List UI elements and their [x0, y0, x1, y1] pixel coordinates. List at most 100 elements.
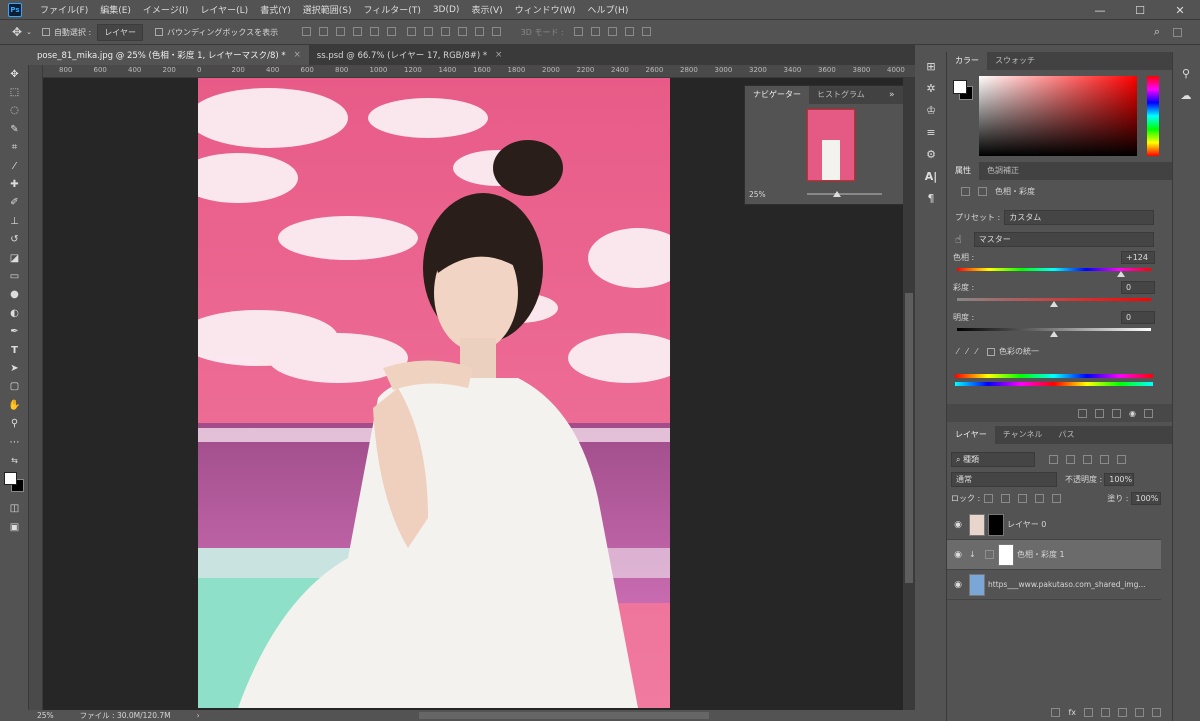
opacity-value[interactable]: 100%: [1104, 473, 1135, 486]
filter-pixel-icon[interactable]: [1049, 455, 1058, 464]
maximize-button[interactable]: ☐: [1120, 0, 1160, 20]
more-tools-icon[interactable]: ⋯: [0, 433, 29, 451]
libraries-cloud-icon[interactable]: ☁: [1173, 84, 1199, 106]
horizontal-scrollbar[interactable]: [419, 712, 709, 719]
foreground-color[interactable]: [4, 471, 17, 485]
mask-icon[interactable]: [978, 187, 987, 196]
minimize-button[interactable]: —: [1080, 0, 1120, 20]
hue-value[interactable]: +124: [1121, 251, 1155, 264]
navigator-zoom-thumb[interactable]: [833, 191, 841, 197]
tab-swatches[interactable]: スウォッチ: [987, 52, 1043, 70]
layer-name[interactable]: https___www.pakutaso.com_shared_img...: [988, 580, 1146, 589]
tab-adjustments[interactable]: 色調補正: [979, 162, 1027, 180]
align-top-icon[interactable]: [302, 26, 312, 36]
tab-channels[interactable]: チャンネル: [995, 426, 1051, 444]
brush-tool-icon[interactable]: ✐: [0, 194, 29, 212]
tab-paths[interactable]: パス: [1051, 426, 1083, 444]
eye-icon[interactable]: ◉: [947, 550, 969, 560]
new-adjustment-icon[interactable]: [1101, 708, 1110, 717]
history-brush-tool-icon[interactable]: ↺: [0, 231, 29, 249]
reset-icon[interactable]: [1112, 408, 1122, 418]
path-select-tool-icon[interactable]: ➤: [0, 359, 29, 377]
scroll-thumb[interactable]: [905, 293, 913, 583]
properties-icon[interactable]: ✲: [918, 77, 944, 99]
eye-icon[interactable]: ◉: [947, 520, 969, 530]
lightness-value[interactable]: 0: [1121, 311, 1155, 324]
lock-transparency-icon[interactable]: [984, 494, 994, 503]
layer-row[interactable]: ◉ レイヤー 0: [947, 510, 1161, 540]
tab-color[interactable]: カラー: [947, 52, 987, 70]
color-fg-swatch[interactable]: [953, 80, 967, 94]
collapse-icon[interactable]: »: [885, 86, 899, 104]
layer-name[interactable]: 色相・彩度 1: [1017, 549, 1065, 560]
delete-adjustment-icon[interactable]: [1144, 408, 1153, 418]
vertical-scrollbar[interactable]: [903, 78, 915, 710]
align-right-icon[interactable]: [387, 26, 397, 36]
visibility-eye-icon[interactable]: ◉: [1129, 409, 1136, 418]
learn-icon[interactable]: ⚲: [1173, 62, 1199, 84]
close-tab-icon[interactable]: ×: [294, 50, 301, 60]
saturation-slider-thumb[interactable]: [1050, 301, 1058, 307]
hue-strip[interactable]: [1147, 76, 1159, 156]
align-bottom-icon[interactable]: [336, 26, 346, 36]
menu-layer[interactable]: レイヤー(L): [194, 3, 254, 16]
layer-mask-thumbnail[interactable]: [988, 513, 1004, 536]
navigator-zoom-slider[interactable]: [807, 193, 882, 195]
layer-mask-thumbnail[interactable]: [998, 543, 1014, 566]
layer-filter-dropdown[interactable]: ⌕ 種類: [951, 452, 1035, 467]
healing-brush-tool-icon[interactable]: ✚: [0, 175, 29, 193]
menu-window[interactable]: ウィンドウ(W): [509, 3, 582, 16]
menu-file[interactable]: ファイル(F): [34, 3, 94, 16]
lock-image-icon[interactable]: [1001, 494, 1011, 503]
brush-settings-icon[interactable]: ≡: [918, 121, 944, 143]
layer-row-selected[interactable]: ◉ ↓ 色相・彩度 1: [947, 540, 1161, 570]
new-layer-icon[interactable]: [1135, 708, 1144, 717]
navigator-thumbnail[interactable]: [807, 109, 855, 181]
color-field[interactable]: [979, 76, 1137, 156]
tab-properties[interactable]: 属性: [947, 162, 979, 180]
colorize-checkbox[interactable]: [987, 347, 996, 356]
eyedropper-minus-icon[interactable]: ⁄: [976, 347, 977, 356]
blend-mode-dropdown[interactable]: 通常: [951, 472, 1057, 487]
auto-select-dropdown[interactable]: レイヤー: [97, 23, 143, 41]
clip-to-layer-icon[interactable]: [1078, 408, 1088, 418]
dodge-tool-icon[interactable]: ◐: [0, 304, 29, 322]
distribute-left-icon[interactable]: [457, 26, 467, 36]
eye-icon[interactable]: ◉: [947, 580, 969, 590]
move-tool-icon[interactable]: ✥: [12, 25, 22, 39]
document-image[interactable]: [198, 78, 670, 708]
lightness-slider-thumb[interactable]: [1050, 331, 1058, 337]
lock-position-icon[interactable]: [1018, 494, 1028, 503]
status-menu-arrow[interactable]: ›: [197, 711, 200, 720]
crop-tool-icon[interactable]: ⌗: [0, 139, 29, 157]
clone-stamp-tool-icon[interactable]: ⊥: [0, 212, 29, 230]
menu-view[interactable]: 表示(V): [465, 3, 508, 16]
close-button[interactable]: ✕: [1160, 0, 1200, 20]
distribute-center-icon[interactable]: [474, 26, 484, 36]
3d-scale-icon[interactable]: [641, 26, 651, 36]
show-bbox-checkbox[interactable]: [154, 28, 163, 36]
paragraph-icon[interactable]: ¶: [918, 187, 944, 209]
zoom-level[interactable]: 25%: [37, 711, 54, 720]
quick-mask-icon[interactable]: ◫: [0, 500, 29, 518]
layer-name[interactable]: レイヤー 0: [1007, 519, 1046, 530]
distribute-right-icon[interactable]: [491, 26, 501, 36]
gradient-tool-icon[interactable]: ▭: [0, 267, 29, 285]
chevron-down-icon[interactable]: ⌄: [26, 28, 32, 36]
filter-smart-icon[interactable]: [1117, 455, 1126, 464]
navigator-zoom-value[interactable]: 25%: [749, 190, 766, 199]
distribute-top-icon[interactable]: [406, 26, 416, 36]
auto-select-checkbox[interactable]: [41, 28, 50, 36]
eyedropper-icon[interactable]: ⁄: [957, 347, 958, 356]
tab-layers[interactable]: レイヤー: [947, 426, 995, 444]
lock-artboard-icon[interactable]: [1035, 494, 1045, 503]
add-mask-icon[interactable]: [1084, 708, 1093, 717]
zoom-tool-icon[interactable]: ⚲: [0, 414, 29, 432]
filter-shape-icon[interactable]: [1100, 455, 1109, 464]
3d-pan-icon[interactable]: [607, 26, 617, 36]
filter-type-icon[interactable]: [1083, 455, 1092, 464]
3d-roll-icon[interactable]: [590, 26, 600, 36]
new-group-icon[interactable]: [1118, 708, 1127, 717]
adjustments-icon[interactable]: ♔: [918, 99, 944, 121]
menu-image[interactable]: イメージ(I): [137, 3, 195, 16]
